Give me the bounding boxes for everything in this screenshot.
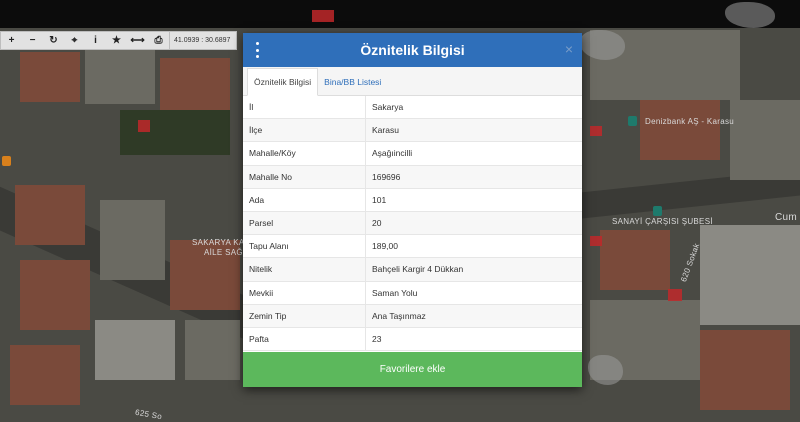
attribute-key: Tapu Alanı xyxy=(243,234,366,259)
parcel-marker[interactable] xyxy=(590,236,602,246)
map-building xyxy=(640,100,720,160)
table-row: İl Sakarya xyxy=(243,96,582,120)
table-row: Nitelik Bahçeli Kargir 4 Dükkan xyxy=(243,257,582,282)
map-building xyxy=(160,58,230,118)
table-row: Ada 101 xyxy=(243,188,582,212)
table-row: Mahalle No 169696 xyxy=(243,165,582,189)
attribute-value: Ana Taşınmaz xyxy=(365,304,582,328)
attribute-value: 20 xyxy=(365,211,582,236)
attribute-key: Zemin Tip xyxy=(243,304,366,328)
attribute-info-modal: Öznitelik Bilgisi × Öznitelik Bilgisi Bi… xyxy=(243,33,582,387)
info-button[interactable]: i xyxy=(85,32,106,49)
measure-icon: ⟷ xyxy=(130,35,145,46)
attribute-value: Aşağıincilli xyxy=(365,141,582,166)
attribute-value: 169696 xyxy=(365,165,582,189)
attribute-value: Saman Yolu xyxy=(365,281,582,305)
map-building xyxy=(85,48,155,104)
poi-pin[interactable] xyxy=(2,156,11,166)
table-row: Mevkii Saman Yolu xyxy=(243,281,582,305)
crosshair-icon: ⌖ xyxy=(71,35,78,46)
map-building xyxy=(10,345,80,405)
attribute-value: 189,00 xyxy=(365,234,582,259)
star-icon: ★ xyxy=(112,35,121,46)
map-top-band xyxy=(0,0,800,28)
plus-icon: + xyxy=(8,35,15,46)
info-icon: i xyxy=(94,35,97,46)
parcel-marker[interactable] xyxy=(590,126,602,136)
table-row: İlçe Karasu xyxy=(243,118,582,143)
attribute-key: İl xyxy=(243,96,366,120)
map-trees xyxy=(120,110,230,155)
map-label-bank: Denizbank AŞ - Karasu xyxy=(645,117,735,126)
map-building xyxy=(15,185,85,245)
map-building xyxy=(600,230,670,290)
attribute-key: Nitelik xyxy=(243,257,366,282)
attribute-value: 101 xyxy=(365,188,582,212)
table-row: Mahalle/Köy Aşağıincilli xyxy=(243,141,582,166)
attribute-value: Sakarya xyxy=(365,96,582,120)
favorites-button[interactable]: ★ xyxy=(106,32,127,49)
modal-title: Öznitelik Bilgisi xyxy=(360,42,465,58)
map-label-sakarya: SAKARYA KAR xyxy=(192,238,251,247)
tab-attribute-info[interactable]: Öznitelik Bilgisi xyxy=(247,68,319,96)
bank-pin[interactable] xyxy=(628,116,637,126)
map-building xyxy=(100,200,165,280)
attribute-value: Bahçeli Kargir 4 Dükkan xyxy=(365,257,582,282)
close-icon[interactable]: × xyxy=(565,41,573,57)
menu-icon[interactable] xyxy=(256,42,260,58)
attribute-value: Karasu xyxy=(365,118,582,143)
map-building xyxy=(95,320,175,380)
minus-icon: − xyxy=(29,35,36,46)
bank-pin[interactable] xyxy=(653,206,662,216)
attribute-key: Ada xyxy=(243,188,366,212)
parcel-marker[interactable] xyxy=(668,289,682,301)
attribute-key: İlçe xyxy=(243,118,366,143)
print-icon: ⎙ xyxy=(154,35,163,46)
tab-building-list[interactable]: Bina/BB Listesi xyxy=(318,69,387,95)
table-row: Zemin Tip Ana Taşınmaz xyxy=(243,304,582,328)
table-row: Pafta 23 xyxy=(243,327,582,352)
print-button[interactable]: ⎙ xyxy=(148,32,169,49)
map-building xyxy=(730,100,800,180)
map-building xyxy=(20,260,90,330)
boundary-shape xyxy=(580,30,625,60)
table-row: Tapu Alanı 189,00 xyxy=(243,234,582,259)
measure-button[interactable]: ⟷ xyxy=(127,32,148,49)
map-label-branch: SANAYİ ÇARŞISI ŞUBESİ xyxy=(612,217,713,226)
map-building xyxy=(700,330,790,410)
map-toolbar: + − ↻ ⌖ i ★ ⟷ ⎙ 41.0939 : 30.6897 xyxy=(0,31,238,50)
attribute-key: Mahalle No xyxy=(243,165,366,189)
add-favorite-button[interactable]: Favorilere ekle xyxy=(243,352,582,387)
attribute-key: Pafta xyxy=(243,327,366,352)
refresh-icon: ↻ xyxy=(49,35,58,46)
table-row: Parsel 20 xyxy=(243,211,582,236)
boundary-shape xyxy=(588,355,623,385)
locate-button[interactable]: ⌖ xyxy=(64,32,85,49)
attribute-table: İl Sakarya İlçe Karasu Mahalle/Köy Aşağıincil… xyxy=(243,96,582,352)
attribute-key: Mahalle/Köy xyxy=(243,141,366,166)
attribute-key: Mevkii xyxy=(243,281,366,305)
coordinate-readout: 41.0939 : 30.6897 xyxy=(169,32,236,49)
attribute-key: Parsel xyxy=(243,211,366,236)
refresh-button[interactable]: ↻ xyxy=(43,32,64,49)
map-label-street: 620 Sokak xyxy=(679,241,702,284)
parcel-marker[interactable] xyxy=(138,120,150,132)
map-label-cumhuriyet: Cum xyxy=(775,212,798,223)
map-label-street: 625 So xyxy=(134,407,163,422)
zoom-out-button[interactable]: − xyxy=(22,32,43,49)
map-building xyxy=(700,225,800,325)
parcel-marker[interactable] xyxy=(312,10,334,22)
modal-tabs: Öznitelik Bilgisi Bina/BB Listesi xyxy=(243,67,582,96)
map-building xyxy=(20,52,80,102)
modal-header: Öznitelik Bilgisi × xyxy=(243,33,582,67)
attribute-value: 23 xyxy=(365,327,582,352)
map-building xyxy=(185,320,240,380)
map-label-aile: AİLE SAĞ xyxy=(204,248,243,257)
zoom-in-button[interactable]: + xyxy=(1,32,22,49)
